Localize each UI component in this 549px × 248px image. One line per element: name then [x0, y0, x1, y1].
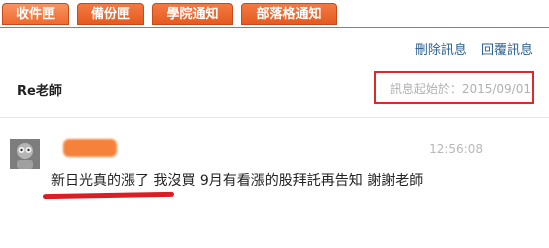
tab-inbox[interactable]: 收件匣 [2, 3, 69, 25]
delete-message-link[interactable]: 刪除訊息 [415, 43, 467, 58]
tab-bar: 收件匣 備份匣 學院通知 部落格通知 [0, 0, 549, 28]
tab-backup[interactable]: 備份匣 [77, 3, 144, 25]
message-subject: Re老師 [17, 84, 62, 99]
tab-blog-notice[interactable]: 部落格通知 [241, 3, 337, 25]
message-actions: 刪除訊息 回覆訊息 [405, 39, 533, 58]
user-avatar-icon [10, 139, 40, 169]
header-divider [0, 117, 549, 118]
message-time: 12:56:08 [429, 142, 483, 156]
tab-academy-notice[interactable]: 學院通知 [152, 3, 233, 25]
highlight-box [374, 71, 534, 104]
highlight-underline [42, 191, 175, 200]
message-body: 新日光真的漲了 我沒買 9月有看漲的股拜託再告知 謝謝老師 [51, 173, 424, 189]
tab-bar-divider [0, 27, 549, 28]
sender-name-redacted [63, 139, 117, 157]
reply-message-link[interactable]: 回覆訊息 [481, 43, 533, 58]
